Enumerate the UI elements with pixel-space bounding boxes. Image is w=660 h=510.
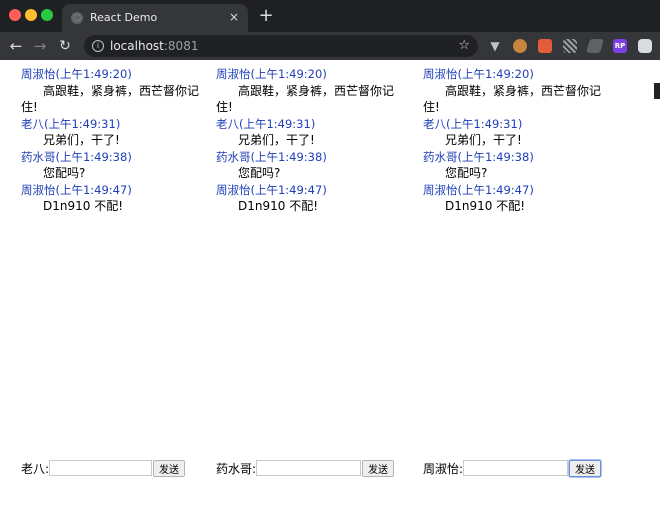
extension-shield-icon[interactable]	[538, 39, 552, 53]
browser-titlebar: ◌ React Demo × +	[0, 0, 660, 32]
message-sender: 老八(上午1:49:31)	[423, 116, 523, 131]
message-input[interactable]	[256, 460, 362, 476]
message-sender: 周淑怡(上午1:49:47)	[21, 182, 132, 197]
extension-pattern-icon[interactable]	[563, 39, 577, 53]
scrollbar-thumb[interactable]	[654, 83, 660, 99]
send-button[interactable]: 发送	[362, 459, 395, 477]
new-tab-button[interactable]: +	[256, 6, 276, 26]
globe-icon: ◌	[71, 12, 83, 24]
url-text: localhost:8081	[110, 39, 198, 53]
page-content: 周淑怡(上午1:49:20) 高跟鞋，紧身裤，西芒督你记住! 老八(上午1:49…	[0, 60, 660, 510]
window-close-button[interactable]	[9, 9, 21, 21]
message-sender: 周淑怡(上午1:49:20)	[21, 67, 132, 81]
extension-mask-icon[interactable]	[638, 39, 652, 53]
message-sender: 药水哥(上午1:49:38)	[21, 149, 132, 164]
compose-bar-2: 药水哥: 发送	[216, 458, 395, 478]
address-bar[interactable]: i localhost:8081 ☆	[84, 35, 478, 57]
window-maximize-button[interactable]	[41, 9, 53, 21]
user-label: 周淑怡:	[423, 461, 464, 476]
back-arrow-icon[interactable]: ←	[6, 36, 26, 56]
message-text: 高跟鞋，紧身裤，西芒督你记住!	[21, 83, 200, 115]
compose-bar-3: 周淑怡: 发送	[423, 458, 602, 478]
chat-panel-3: 周淑怡(上午1:49:20) 高跟鞋，紧身裤，西芒督你记住! 老八(上午1:49…	[423, 66, 613, 215]
message-text: 兄弟们，干了!	[445, 133, 522, 147]
tab-title: React Demo	[90, 11, 158, 24]
message-text: D1n910 不配!	[238, 199, 319, 213]
message-text: 您配吗?	[43, 166, 86, 180]
send-button[interactable]: 发送	[569, 459, 602, 477]
window-minimize-button[interactable]	[25, 9, 37, 21]
send-button[interactable]: 发送	[153, 459, 186, 477]
url-port: :8081	[163, 39, 199, 53]
message-input[interactable]	[463, 460, 569, 476]
forward-arrow-icon[interactable]: →	[30, 36, 50, 56]
message-sender: 药水哥(上午1:49:38)	[423, 149, 534, 164]
url-host: localhost	[110, 39, 164, 53]
message-text: 高跟鞋，紧身裤，西芒督你记住!	[216, 83, 395, 115]
message-sender: 周淑怡(上午1:49:20)	[423, 67, 534, 81]
message-text: D1n910 不配!	[43, 199, 124, 213]
extension-cookie-icon[interactable]	[513, 39, 527, 53]
message-text: 兄弟们，干了!	[238, 133, 315, 147]
message-input[interactable]	[49, 460, 153, 476]
message-sender: 药水哥(上午1:49:38)	[216, 149, 327, 164]
compose-bar-1: 老八: 发送	[21, 458, 186, 478]
chat-panel-2: 周淑怡(上午1:49:20) 高跟鞋，紧身裤，西芒督你记住! 老八(上午1:49…	[216, 66, 406, 215]
extension-rp-icon[interactable]: RP	[613, 39, 627, 53]
info-icon[interactable]: i	[92, 40, 104, 52]
message-sender: 周淑怡(上午1:49:47)	[216, 182, 327, 197]
message-text: 您配吗?	[445, 166, 488, 180]
close-tab-icon[interactable]: ×	[229, 10, 239, 24]
message-text: 高跟鞋，紧身裤，西芒督你记住!	[423, 83, 602, 115]
message-text: 兄弟们，干了!	[43, 133, 120, 147]
message-text: 您配吗?	[238, 166, 281, 180]
message-sender: 老八(上午1:49:31)	[21, 116, 121, 131]
reload-icon[interactable]: ↻	[55, 36, 75, 56]
extension-arrow-icon[interactable]	[586, 39, 604, 53]
message-text: D1n910 不配!	[445, 199, 526, 213]
browser-toolbar: ← → ↻ i localhost:8081 ☆ ▼ RP	[0, 32, 660, 60]
message-sender: 周淑怡(上午1:49:20)	[216, 67, 327, 81]
user-label: 药水哥:	[216, 461, 257, 476]
user-label: 老八:	[21, 461, 50, 476]
message-sender: 周淑怡(上午1:49:47)	[423, 182, 534, 197]
browser-tab[interactable]: ◌ React Demo ×	[62, 4, 248, 32]
message-sender: 老八(上午1:49:31)	[216, 116, 316, 131]
chat-panel-1: 周淑怡(上午1:49:20) 高跟鞋，紧身裤，西芒督你记住! 老八(上午1:49…	[21, 66, 211, 215]
extension-v-icon[interactable]: ▼	[488, 39, 502, 53]
bookmark-star-icon[interactable]: ☆	[458, 38, 470, 53]
